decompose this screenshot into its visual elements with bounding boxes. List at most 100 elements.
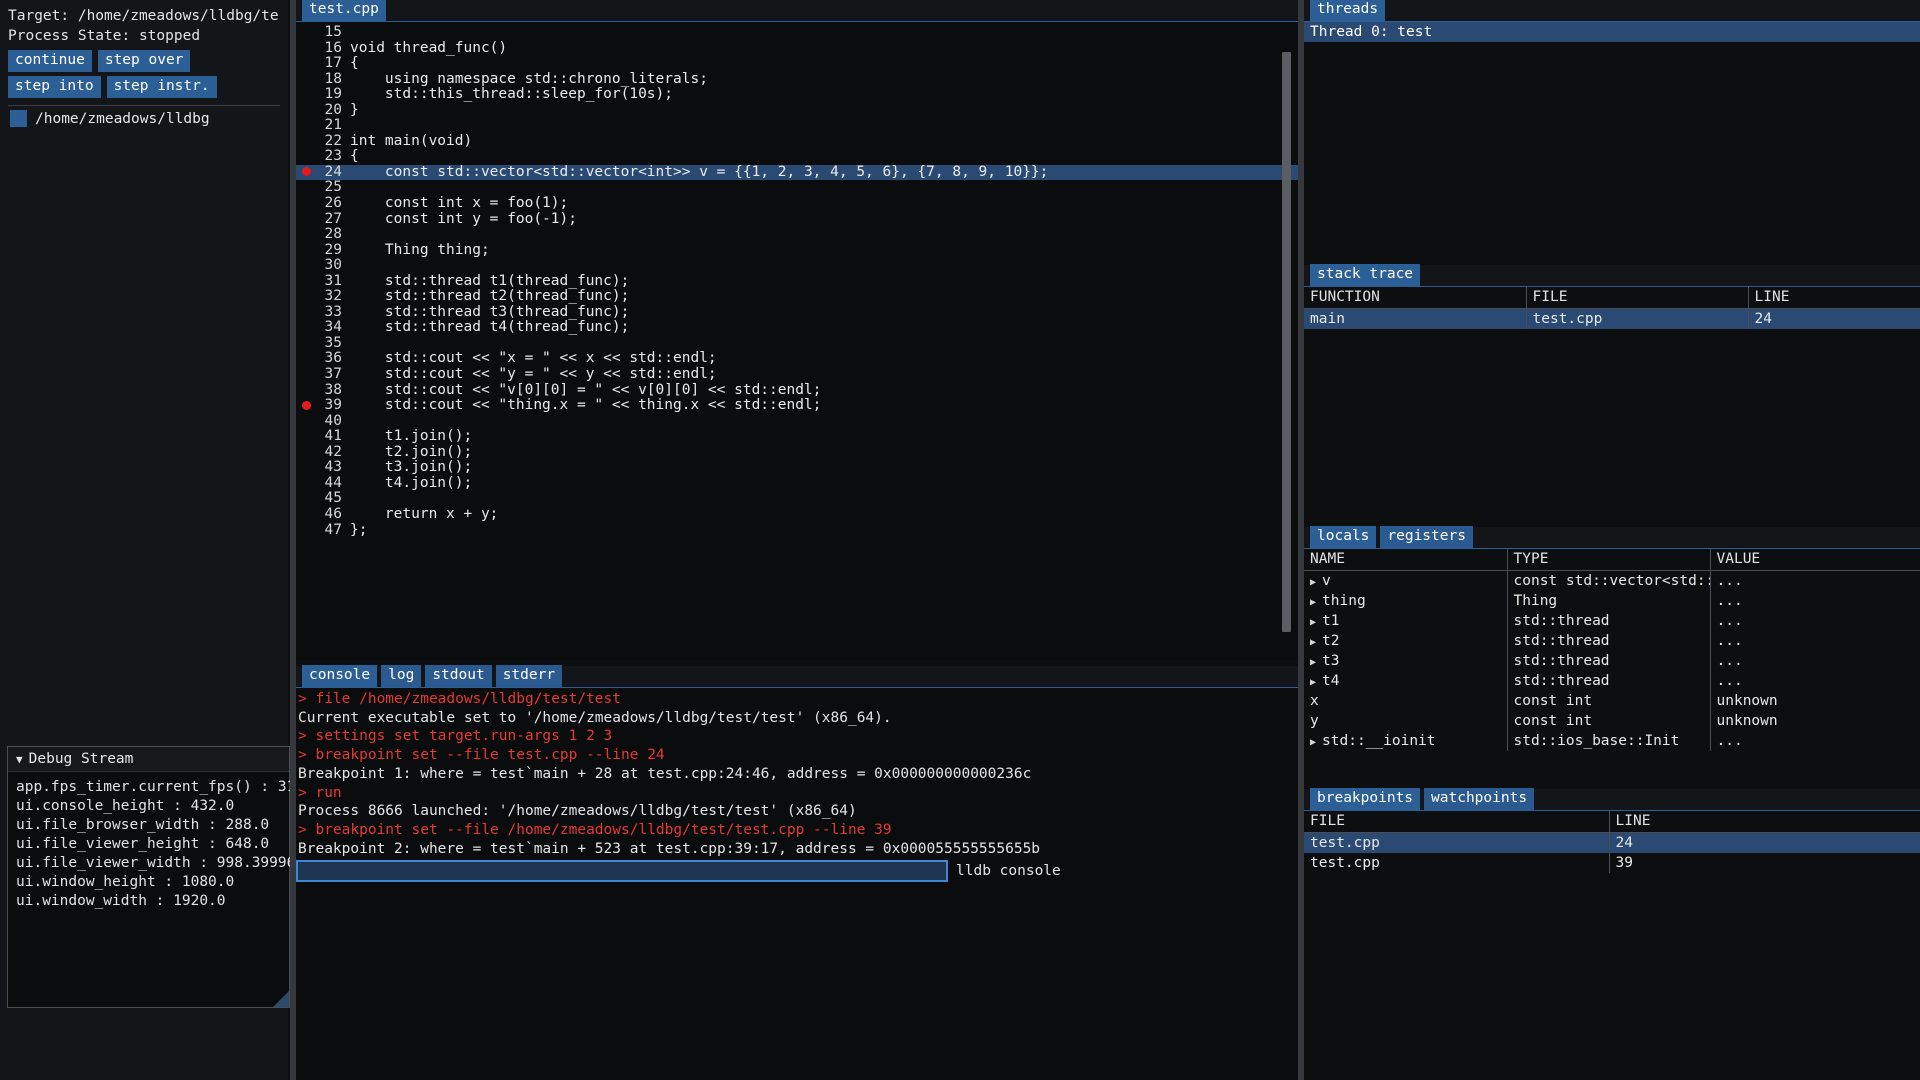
step-over-button[interactable]: step over (97, 50, 191, 72)
tab-watchpoints[interactable]: watchpoints (1424, 788, 1535, 810)
line-number: 25 (324, 179, 342, 196)
code-line[interactable]: 43 t3.join(); (296, 460, 1298, 476)
code-line[interactable]: 44 t4.join(); (296, 474, 1298, 492)
table-row[interactable]: test.cpp 24 (1304, 832, 1920, 853)
code-line[interactable]: 41 t1.join(); (296, 429, 1298, 445)
file-browser-root-item[interactable]: /home/zmeadows/lldbg (8, 106, 280, 131)
triangle-down-icon[interactable]: ▼ (16, 754, 23, 765)
table-row[interactable]: ▶ t2 std::thread... (1304, 631, 1920, 651)
tab-stdout[interactable]: stdout (425, 665, 492, 687)
chevron-right-icon[interactable]: ▶ (1310, 617, 1316, 628)
code-line[interactable]: 15 (296, 24, 1298, 41)
chevron-right-icon[interactable]: ▶ (1310, 677, 1316, 688)
debug-stream-titlebar[interactable]: ▼ Debug Stream (8, 747, 289, 772)
chevron-right-icon[interactable]: ▶ (1310, 597, 1316, 608)
tab-stderr[interactable]: stderr (495, 665, 563, 687)
code-line[interactable]: 23 { (296, 149, 1298, 165)
tab-test-cpp[interactable]: test.cpp (302, 0, 386, 21)
code-line[interactable]: 24 const std::vector<std::vector<int>> v… (296, 164, 1298, 181)
code-line[interactable]: 21 (296, 118, 1298, 134)
code-text: std::thread t2(thread_func); (350, 288, 630, 305)
table-row[interactable]: ▶ std::__ioinit std::ios_base::Init... (1304, 731, 1920, 751)
code-line[interactable]: 20} (296, 102, 1298, 119)
variable-name-cell[interactable]: ▶ std::__ioinit (1304, 731, 1507, 751)
code-line[interactable]: 31 std::thread t1(thread_func); (296, 272, 1298, 290)
code-line[interactable]: 30 (296, 258, 1298, 274)
code-line[interactable]: 40 (296, 413, 1298, 430)
variable-name-cell[interactable]: ▶ thing (1304, 591, 1507, 611)
tab-stack-trace[interactable]: stack trace (1310, 264, 1421, 286)
chevron-right-icon[interactable]: ▶ (1310, 737, 1316, 748)
variable-name-cell[interactable]: ▶ t2 (1304, 631, 1507, 651)
code-line[interactable]: 25 (296, 180, 1298, 196)
code-area[interactable]: 15 16 void thread_func() 17 {18 using namesp… (296, 22, 1298, 660)
breakpoint-dot-icon[interactable] (296, 165, 316, 181)
code-line[interactable]: 39 std::cout << "thing.x = " << thing.x … (296, 398, 1298, 414)
tab-log[interactable]: log (381, 665, 422, 687)
table-row[interactable]: x const int unknown (1304, 691, 1920, 711)
code-line[interactable]: 17 { (296, 56, 1298, 72)
tab-threads[interactable]: threads (1310, 0, 1386, 21)
code-line[interactable]: 28 (296, 227, 1298, 243)
thread-row[interactable]: Thread 0: test (1304, 22, 1920, 42)
chevron-right-icon[interactable]: ▶ (1310, 637, 1316, 648)
line-number: 47 (324, 521, 342, 538)
tab-registers[interactable]: registers (1380, 526, 1473, 548)
chevron-right-icon[interactable]: ▶ (1310, 657, 1316, 668)
tab-console[interactable]: console (302, 665, 378, 687)
code-line[interactable]: 27 const int y = foo(-1); (296, 211, 1298, 228)
code-line[interactable]: 32 std::thread t2(thread_func); (296, 289, 1298, 305)
variable-name-cell[interactable]: ▶ t1 (1304, 611, 1507, 631)
table-row[interactable]: ▶ t1 std::thread... (1304, 611, 1920, 631)
table-row[interactable]: ▶ v const std::vector<std::ve... (1304, 570, 1920, 592)
variable-name-cell[interactable]: ▶ t3 (1304, 651, 1507, 671)
code-line[interactable]: 47}; (296, 521, 1298, 539)
code-line[interactable]: 18 using namespace std::chrono_literals; (296, 71, 1298, 88)
table-row[interactable]: test.cpp 39 (1304, 853, 1920, 873)
code-line[interactable]: 35 (296, 335, 1298, 352)
code-line[interactable]: 16 void thread_func() (296, 40, 1298, 57)
console-input[interactable] (296, 860, 948, 883)
code-line[interactable]: 38 std::cout << "v[0][0] = " << v[0][0] … (296, 382, 1298, 399)
line-number: 31 (324, 272, 342, 289)
stack-trace-section: stack trace FUNCTION FILE LINE main test.… (1304, 264, 1920, 329)
code-line[interactable]: 34 std::thread t4(thread_func); (296, 320, 1298, 336)
code-line[interactable]: 45 (296, 491, 1298, 507)
code-line[interactable]: 29 Thing thing; (296, 242, 1298, 259)
variable-name-cell[interactable]: y (1304, 711, 1507, 731)
variable-name-cell[interactable]: x (1304, 691, 1507, 711)
bp-col-file: FILE (1304, 811, 1609, 833)
step-into-button[interactable]: step into (8, 76, 101, 98)
debug-stream-window[interactable]: ▼ Debug Stream app.fps_timer.current_fps… (7, 746, 313, 1008)
code-text: return x + y; (350, 505, 499, 522)
variable-name-cell[interactable]: ▶ t4 (1304, 671, 1507, 691)
debug-stream-title: Debug Stream (28, 751, 134, 767)
resize-handle-icon[interactable] (273, 991, 289, 1007)
table-row[interactable]: ▶ t4 std::thread... (1304, 671, 1920, 691)
variable-value-cell: ... (1709, 671, 1920, 691)
code-line[interactable]: 42 t2.join(); (296, 444, 1298, 461)
line-number: 43 (324, 459, 342, 476)
code-line[interactable]: 19 std::this_thread::sleep_for(10s); (296, 87, 1298, 103)
tab-locals[interactable]: locals (1310, 526, 1377, 548)
continue-button[interactable]: continue (8, 50, 92, 72)
console-command-line: > file /home/zmeadows/lldbg/test/test (298, 691, 622, 707)
code-line[interactable]: 26 const int x = foo(1); (296, 195, 1298, 212)
variable-name-cell[interactable]: ▶ v (1304, 571, 1507, 592)
breakpoint-dot-icon[interactable] (296, 398, 316, 414)
step-instruction-button[interactable]: step instr. (106, 76, 217, 98)
table-row[interactable]: main test.cpp 24 (1304, 308, 1920, 329)
code-vertical-scrollbar[interactable] (1282, 52, 1291, 632)
table-row[interactable]: ▶ t3 std::thread... (1304, 651, 1920, 671)
code-line[interactable]: 37 std::cout << "y = " << y << std::endl… (296, 366, 1298, 383)
table-row[interactable]: ▶ thing Thing... (1304, 591, 1920, 611)
line-number: 44 (324, 474, 342, 491)
code-line[interactable]: 22 int main(void) (296, 133, 1298, 150)
table-row[interactable]: y const int unknown (1304, 711, 1920, 731)
debug-stream-body: app.fps_timer.current_fps() : 31.0 ui.co… (8, 772, 313, 917)
code-line[interactable]: 46 return x + y; (296, 505, 1298, 523)
chevron-right-icon[interactable]: ▶ (1310, 577, 1316, 588)
code-line[interactable]: 33 std::thread t3(thread_func); (296, 304, 1298, 321)
code-line[interactable]: 36 std::cout << "x = " << x << std::endl… (296, 351, 1298, 367)
tab-breakpoints[interactable]: breakpoints (1310, 788, 1421, 810)
